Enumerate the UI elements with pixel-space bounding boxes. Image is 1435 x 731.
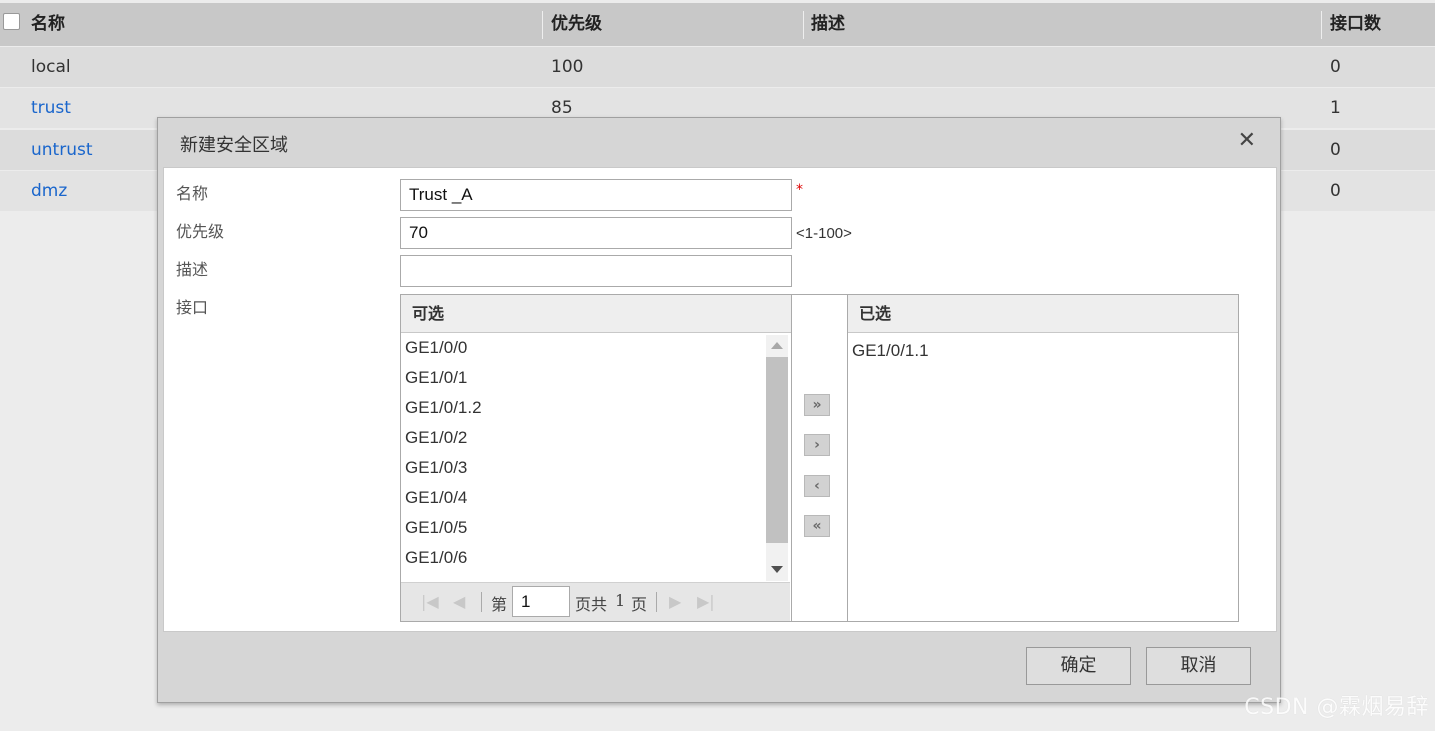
zone-name-link[interactable]: untrust: [31, 130, 93, 170]
dialog-body: 名称 * 优先级 <1-100> 描述 接口 可选 GE1/0/0 GE1/0/…: [163, 167, 1277, 632]
column-header-priority[interactable]: 优先级: [551, 3, 602, 46]
select-all-checkbox[interactable]: [3, 13, 20, 30]
zone-interface-count: 0: [1330, 57, 1341, 77]
priority-input[interactable]: [400, 217, 792, 249]
move-all-right-button[interactable]: »: [804, 394, 830, 416]
column-header-description[interactable]: 描述: [811, 3, 845, 46]
description-input[interactable]: [400, 255, 792, 287]
page-suffix: 页: [631, 595, 648, 614]
move-right-button[interactable]: ›: [804, 434, 830, 456]
first-page-icon[interactable]: |◀: [421, 592, 439, 611]
scroll-up-icon[interactable]: [771, 342, 783, 349]
watermark: CSDN @霖烟易辞: [1244, 695, 1429, 720]
available-header: 可选: [401, 295, 791, 333]
selected-interfaces-pane: 已选 GE1/0/1.1: [847, 294, 1239, 622]
move-left-button[interactable]: ‹: [804, 475, 830, 497]
list-item[interactable]: GE1/0/3: [401, 453, 763, 483]
zone-name-link[interactable]: dmz: [31, 171, 67, 211]
page-total-prefix: 页共: [575, 595, 608, 614]
priority-label: 优先级: [176, 222, 225, 241]
page-number-input[interactable]: [512, 586, 570, 617]
pager: |◀ ◀ 第 页共 1 页 ▶ ▶|: [401, 582, 790, 621]
available-list: GE1/0/0 GE1/0/1 GE1/0/1.2 GE1/0/2 GE1/0/…: [401, 333, 763, 581]
list-item[interactable]: GE1/0/0: [401, 333, 763, 363]
prev-page-icon[interactable]: ◀: [453, 592, 465, 611]
zone-interface-count: 0: [1330, 140, 1341, 160]
table-row[interactable]: local 100 0: [0, 47, 1435, 87]
name-label: 名称: [176, 184, 209, 203]
page-prefix: 第: [491, 595, 508, 614]
column-header-name[interactable]: 名称: [31, 3, 65, 46]
priority-range-hint: <1-100>: [796, 225, 852, 242]
cancel-button[interactable]: 取消: [1146, 647, 1251, 685]
selected-header: 已选: [848, 295, 1238, 333]
new-security-zone-dialog: 新建安全区域 ✕ 名称 * 优先级 <1-100> 描述 接口 可选 GE1/0…: [157, 117, 1281, 703]
list-item[interactable]: GE1/0/1: [401, 363, 763, 393]
zone-name-link[interactable]: trust: [31, 88, 71, 128]
next-page-icon[interactable]: ▶: [669, 592, 681, 611]
scroll-thumb[interactable]: [766, 357, 788, 543]
list-item[interactable]: GE1/0/5: [401, 513, 763, 543]
list-item[interactable]: GE1/0/4: [401, 483, 763, 513]
table-header: 名称 优先级 描述 接口数: [0, 3, 1435, 46]
interface-label: 接口: [176, 298, 209, 317]
list-scrollbar[interactable]: [766, 335, 788, 581]
list-item[interactable]: GE1/0/2: [401, 423, 763, 453]
column-header-interface-count[interactable]: 接口数: [1330, 3, 1381, 46]
description-label: 描述: [176, 260, 209, 279]
move-all-left-button[interactable]: «: [804, 515, 830, 537]
list-item[interactable]: GE1/0/1.1: [848, 336, 1210, 366]
zone-name: local: [31, 57, 71, 77]
zone-interface-count: 0: [1330, 181, 1341, 201]
close-icon[interactable]: ✕: [1238, 128, 1256, 153]
last-page-icon[interactable]: ▶|: [697, 592, 715, 611]
scroll-down-icon[interactable]: [771, 566, 783, 573]
dialog-footer: 确定 取消: [158, 633, 1280, 703]
zone-priority: 100: [551, 57, 584, 77]
page-total: 1: [615, 591, 626, 610]
available-interfaces-pane: 可选 GE1/0/0 GE1/0/1 GE1/0/1.2 GE1/0/2 GE1…: [400, 294, 792, 622]
list-item[interactable]: GE1/0/1.2: [401, 393, 763, 423]
required-mark: *: [796, 182, 803, 198]
zone-interface-count: 1: [1330, 98, 1341, 118]
selected-list: GE1/0/1.1: [848, 336, 1210, 584]
dialog-title: 新建安全区域: [180, 135, 288, 156]
list-item[interactable]: GE1/0/6: [401, 543, 763, 573]
name-input[interactable]: [400, 179, 792, 211]
transfer-buttons: » › ‹ «: [792, 294, 848, 622]
ok-button[interactable]: 确定: [1026, 647, 1131, 685]
